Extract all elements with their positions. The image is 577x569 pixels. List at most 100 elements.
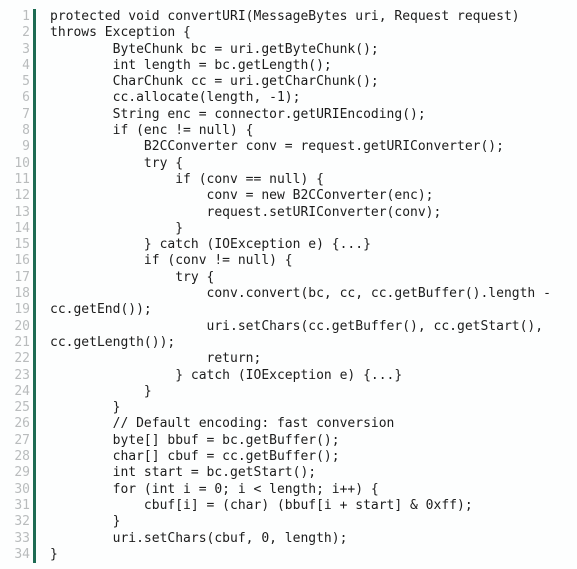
line-number: 10 <box>14 155 30 171</box>
code-line[interactable]: 3 ByteChunk bc = uri.getByteChunk(); <box>0 41 577 59</box>
code-line-text[interactable]: conv = new B2CConverter(enc); <box>39 188 577 204</box>
code-line-text[interactable]: int length = bc.getLength(); <box>39 58 577 74</box>
gutter-bar <box>30 351 39 368</box>
gutter-bar <box>30 171 39 189</box>
code-line-text[interactable]: request.setURIConverter(conv); <box>39 205 577 221</box>
code-line-text[interactable]: // Default encoding: fast conversion <box>39 416 577 432</box>
code-line[interactable]: 2 throws Exception { <box>0 25 577 42</box>
line-number: 26 <box>14 416 30 432</box>
code-line[interactable]: 20 uri.setChars(cc.getBuffer(), cc.getSt… <box>0 318 577 336</box>
code-line-text[interactable]: } <box>39 547 577 563</box>
code-line-text[interactable]: try { <box>39 156 577 172</box>
code-line-text[interactable]: } <box>39 514 577 530</box>
line-number: 23 <box>14 367 30 383</box>
line-number: 15 <box>14 237 30 253</box>
line-number: 28 <box>14 449 30 465</box>
gutter-bar <box>30 155 39 173</box>
code-line[interactable]: 28 char[] cbuf = cc.getBuffer(); <box>0 449 577 466</box>
code-line-text[interactable]: } <box>39 221 577 237</box>
code-line-text[interactable]: CharChunk cc = uri.getCharChunk(); <box>39 74 577 90</box>
code-line[interactable]: 7 String enc = connector.getURIEncoding(… <box>0 106 577 124</box>
code-line-text[interactable]: uri.setChars(cc.getBuffer(), cc.getStart… <box>39 319 577 335</box>
code-line-text[interactable]: cc.allocate(length, -1); <box>39 90 577 106</box>
line-number: 21 <box>14 334 30 350</box>
code-line[interactable]: 5 CharChunk cc = uri.getCharChunk(); <box>0 74 577 91</box>
code-line[interactable]: 8 if (enc != null) { <box>0 123 577 140</box>
code-line-text[interactable]: } <box>39 384 577 400</box>
code-line-text[interactable]: String enc = connector.getURIEncoding(); <box>39 107 577 123</box>
code-listing[interactable]: 1 protected void convertURI(MessageBytes … <box>0 0 577 569</box>
line-number: 24 <box>14 383 30 399</box>
code-line-text[interactable]: if (conv != null) { <box>39 253 577 269</box>
code-line[interactable]: 9 B2CConverter conv = request.getURIConv… <box>0 139 577 156</box>
code-line[interactable]: 13 request.setURIConverter(conv); <box>0 204 577 222</box>
code-line-text[interactable]: if (enc != null) { <box>39 123 577 139</box>
gutter-bar <box>30 74 39 91</box>
line-number: 19 <box>14 302 30 318</box>
gutter-bar <box>30 41 39 59</box>
line-number: 29 <box>14 465 30 481</box>
code-line[interactable]: 34} <box>0 546 577 564</box>
line-number: 6 <box>22 90 30 106</box>
gutter-bar <box>30 367 39 385</box>
line-number: 18 <box>14 286 30 302</box>
code-line-text[interactable]: byte[] bbuf = bc.getBuffer(); <box>39 433 577 449</box>
gutter-bar <box>30 497 39 515</box>
code-line-text[interactable]: cc.getLength()); <box>39 335 577 351</box>
line-number: 31 <box>14 497 30 513</box>
code-line-text[interactable]: } <box>39 400 577 416</box>
code-line-text[interactable]: cc.getEnd()); <box>39 302 577 318</box>
code-line[interactable]: 32 } <box>0 514 577 531</box>
code-line[interactable]: 30 for (int i = 0; i < length; i++) { <box>0 481 577 499</box>
code-line-text[interactable]: cbuf[i] = (char) (bbuf[i + start] & 0xff… <box>39 498 577 514</box>
code-line[interactable]: 26 // Default encoding: fast conversion <box>0 416 577 434</box>
code-line[interactable]: 18 conv.convert(bc, cc, cc.getBuffer().l… <box>0 286 577 303</box>
code-line-text[interactable]: throws Exception { <box>39 25 577 41</box>
code-line-text[interactable]: protected void convertURI(MessageBytes u… <box>39 9 577 25</box>
code-line[interactable]: 27 byte[] bbuf = bc.getBuffer(); <box>0 432 577 450</box>
code-line[interactable]: 31 cbuf[i] = (char) (bbuf[i + start] & 0… <box>0 497 577 515</box>
code-line-text[interactable]: uri.setChars(cbuf, 0, length); <box>39 531 577 547</box>
gutter-bar <box>30 123 39 140</box>
gutter-bar <box>30 220 39 238</box>
gutter-bar <box>30 9 39 26</box>
gutter-bar <box>30 449 39 466</box>
code-line-text[interactable]: char[] cbuf = cc.getBuffer(); <box>39 449 577 465</box>
gutter-bar <box>30 188 39 205</box>
code-line[interactable]: 4 int length = bc.getLength(); <box>0 57 577 75</box>
code-line-text[interactable]: try { <box>39 270 577 286</box>
line-number: 27 <box>14 432 30 448</box>
code-line[interactable]: 11 if (conv == null) { <box>0 171 577 189</box>
code-line[interactable]: 16 if (conv != null) { <box>0 253 577 271</box>
code-line[interactable]: 15 } catch (IOException e) {...} <box>0 237 577 254</box>
code-line[interactable]: 23 } catch (IOException e) {...} <box>0 367 577 385</box>
gutter-bar <box>30 237 39 254</box>
code-line-text[interactable]: } catch (IOException e) {...} <box>39 237 577 253</box>
code-line[interactable]: 6 cc.allocate(length, -1); <box>0 90 577 108</box>
code-line[interactable]: 12 conv = new B2CConverter(enc); <box>0 188 577 205</box>
code-line-text[interactable]: for (int i = 0; i < length; i++) { <box>39 482 577 498</box>
gutter-bar <box>30 90 39 108</box>
gutter-bar <box>30 416 39 434</box>
code-line-text[interactable]: } catch (IOException e) {...} <box>39 368 577 384</box>
code-line-text[interactable]: B2CConverter conv = request.getURIConver… <box>39 139 577 155</box>
code-line[interactable]: 25 } <box>0 400 577 417</box>
code-line[interactable]: 17 try { <box>0 269 577 287</box>
code-line[interactable]: 22 return; <box>0 351 577 368</box>
code-line-text[interactable]: conv.convert(bc, cc, cc.getBuffer().leng… <box>39 286 577 302</box>
code-line[interactable]: 14 } <box>0 220 577 238</box>
code-line[interactable]: 24 } <box>0 383 577 401</box>
code-line[interactable]: 1 protected void convertURI(MessageBytes … <box>0 9 577 26</box>
code-line[interactable]: 33 uri.setChars(cbuf, 0, length); <box>0 530 577 548</box>
code-line-text[interactable]: int start = bc.getStart(); <box>39 465 577 481</box>
code-line-text[interactable]: return; <box>39 351 577 367</box>
code-line-text[interactable]: if (conv == null) { <box>39 172 577 188</box>
code-line[interactable]: 29 int start = bc.getStart(); <box>0 465 577 482</box>
line-number: 5 <box>22 74 30 90</box>
line-number: 4 <box>22 57 30 73</box>
code-line[interactable]: 21 cc.getLength()); <box>0 334 577 352</box>
code-line[interactable]: 10 try { <box>0 155 577 173</box>
gutter-bar <box>30 139 39 156</box>
code-line-text[interactable]: ByteChunk bc = uri.getByteChunk(); <box>39 42 577 58</box>
code-line[interactable]: 19 cc.getEnd()); <box>0 302 577 319</box>
